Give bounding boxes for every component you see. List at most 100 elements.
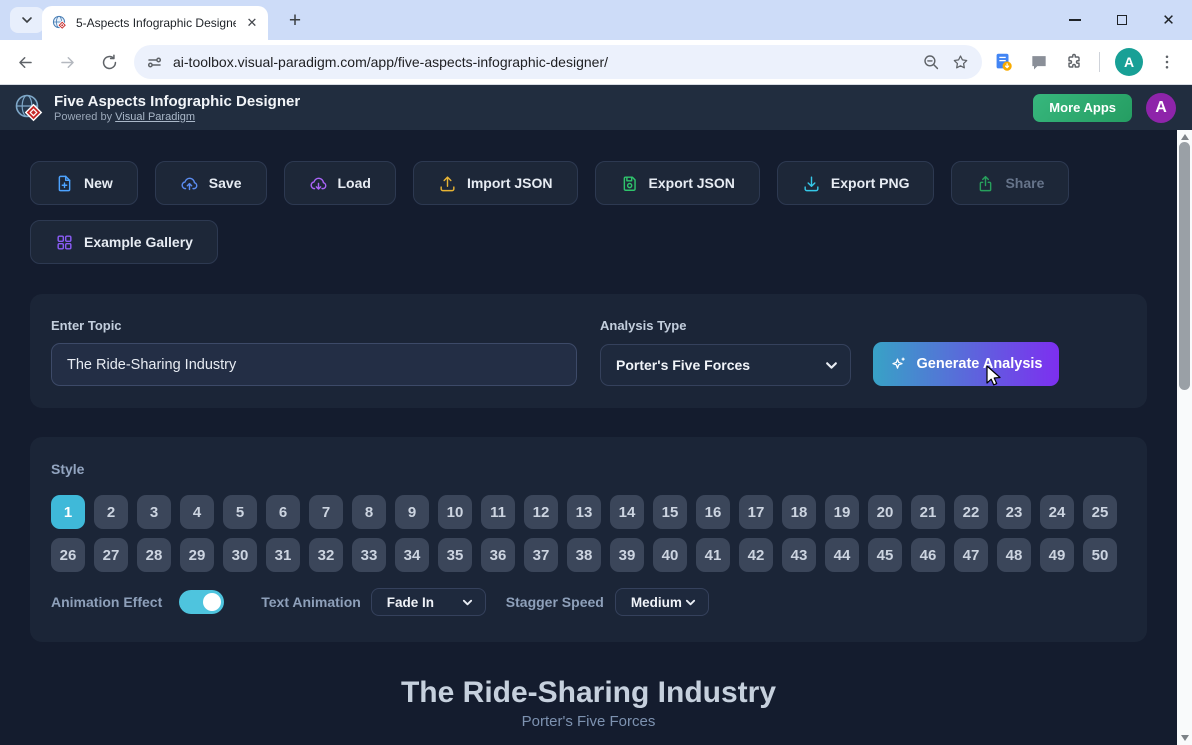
window-close-button[interactable]: ✕	[1145, 0, 1192, 40]
visual-paradigm-link[interactable]: Visual Paradigm	[115, 111, 195, 123]
share-icon	[980, 175, 992, 191]
style-option-36[interactable]: 36	[481, 538, 515, 572]
style-option-40[interactable]: 40	[653, 538, 687, 572]
topic-label: Enter Topic	[51, 318, 122, 333]
animation-toggle[interactable]	[179, 590, 225, 614]
generate-analysis-button[interactable]: Generate Analysis	[873, 342, 1059, 386]
user-avatar[interactable]: A	[1146, 92, 1176, 123]
new-tab-button[interactable]: +	[282, 8, 308, 34]
browser-tab[interactable]: 5-Aspects Infographic Designer ✕	[42, 6, 268, 40]
cloud-upload-icon	[181, 177, 198, 190]
style-option-17[interactable]: 17	[739, 495, 773, 529]
style-option-11[interactable]: 11	[481, 495, 515, 529]
style-option-30[interactable]: 30	[223, 538, 257, 572]
new-button[interactable]: New	[30, 161, 138, 205]
scrollbar-down-arrow[interactable]	[1177, 731, 1192, 745]
style-option-29[interactable]: 29	[180, 538, 214, 572]
favicon-visual-paradigm	[52, 15, 68, 31]
save-button[interactable]: Save	[154, 161, 267, 205]
text-animation-select[interactable]: Fade In	[370, 588, 486, 616]
style-option-6[interactable]: 6	[266, 495, 300, 529]
chevron-down-icon	[462, 599, 472, 605]
page-scrollbar[interactable]	[1177, 130, 1192, 745]
forward-button[interactable]	[54, 49, 80, 75]
style-option-31[interactable]: 31	[266, 538, 300, 572]
style-option-19[interactable]: 19	[825, 495, 859, 529]
style-option-38[interactable]: 38	[567, 538, 601, 572]
style-option-44[interactable]: 44	[825, 538, 859, 572]
style-option-1[interactable]: 1	[51, 495, 85, 529]
tab-close-icon[interactable]: ✕	[244, 15, 260, 31]
style-option-2[interactable]: 2	[94, 495, 128, 529]
style-option-46[interactable]: 46	[911, 538, 945, 572]
style-option-25[interactable]: 25	[1083, 495, 1117, 529]
style-option-21[interactable]: 21	[911, 495, 945, 529]
style-option-47[interactable]: 47	[954, 538, 988, 572]
style-option-26[interactable]: 26	[51, 538, 85, 572]
style-option-18[interactable]: 18	[782, 495, 816, 529]
bookmark-star-icon[interactable]	[951, 53, 970, 72]
import-json-button[interactable]: Import JSON	[412, 161, 578, 205]
style-option-28[interactable]: 28	[137, 538, 171, 572]
share-button[interactable]: Share	[951, 161, 1070, 205]
style-option-4[interactable]: 4	[180, 495, 214, 529]
style-option-23[interactable]: 23	[997, 495, 1031, 529]
tab-search-button[interactable]	[10, 7, 44, 33]
style-option-12[interactable]: 12	[524, 495, 558, 529]
window-minimize-button[interactable]	[1051, 0, 1098, 40]
style-option-5[interactable]: 5	[223, 495, 257, 529]
example-gallery-button[interactable]: Example Gallery	[30, 220, 218, 264]
tab-title: 5-Aspects Infographic Designer	[76, 16, 236, 30]
side-panel-icon[interactable]	[1029, 52, 1049, 72]
reading-mode-icon[interactable]	[992, 51, 1014, 73]
site-settings-icon	[147, 57, 162, 67]
style-option-14[interactable]: 14	[610, 495, 644, 529]
back-button[interactable]	[12, 49, 38, 75]
load-button[interactable]: Load	[283, 161, 396, 205]
page-content: New Save Load Import JSON Export JSON Ex…	[0, 130, 1177, 745]
browser-profile-avatar[interactable]: A	[1115, 48, 1143, 76]
analysis-type-select[interactable]: Porter's Five Forces	[600, 344, 851, 386]
style-option-13[interactable]: 13	[567, 495, 601, 529]
style-option-9[interactable]: 9	[395, 495, 429, 529]
style-option-34[interactable]: 34	[395, 538, 429, 572]
style-option-8[interactable]: 8	[352, 495, 386, 529]
style-option-15[interactable]: 15	[653, 495, 687, 529]
app-title: Five Aspects Infographic Designer	[54, 92, 301, 110]
style-option-42[interactable]: 42	[739, 538, 773, 572]
browser-menu-kebab-icon[interactable]	[1158, 53, 1176, 71]
topic-input[interactable]	[51, 343, 577, 386]
style-option-43[interactable]: 43	[782, 538, 816, 572]
zoom-out-icon[interactable]	[922, 53, 941, 72]
upload-tray-icon	[440, 175, 455, 191]
style-option-50[interactable]: 50	[1083, 538, 1117, 572]
extensions-puzzle-icon[interactable]	[1064, 52, 1084, 72]
download-tray-icon	[804, 175, 819, 191]
style-option-16[interactable]: 16	[696, 495, 730, 529]
style-option-24[interactable]: 24	[1040, 495, 1074, 529]
style-option-3[interactable]: 3	[137, 495, 171, 529]
style-option-10[interactable]: 10	[438, 495, 472, 529]
style-option-41[interactable]: 41	[696, 538, 730, 572]
style-option-32[interactable]: 32	[309, 538, 343, 572]
style-option-22[interactable]: 22	[954, 495, 988, 529]
style-option-33[interactable]: 33	[352, 538, 386, 572]
sparkle-icon	[891, 357, 905, 369]
style-option-20[interactable]: 20	[868, 495, 902, 529]
stagger-speed-select[interactable]: Medium	[614, 588, 709, 616]
style-option-37[interactable]: 37	[524, 538, 558, 572]
scrollbar-thumb[interactable]	[1179, 142, 1190, 390]
style-option-27[interactable]: 27	[94, 538, 128, 572]
address-bar[interactable]: ai-toolbox.visual-paradigm.com/app/five-…	[134, 45, 982, 79]
style-option-35[interactable]: 35	[438, 538, 472, 572]
style-option-48[interactable]: 48	[997, 538, 1031, 572]
style-option-49[interactable]: 49	[1040, 538, 1074, 572]
style-option-45[interactable]: 45	[868, 538, 902, 572]
export-png-button[interactable]: Export PNG	[776, 161, 935, 205]
more-apps-button[interactable]: More Apps	[1033, 93, 1132, 122]
window-maximize-button[interactable]	[1098, 0, 1145, 40]
reload-button[interactable]	[96, 49, 122, 75]
style-option-7[interactable]: 7	[309, 495, 343, 529]
style-option-39[interactable]: 39	[610, 538, 644, 572]
export-json-button[interactable]: Export JSON	[594, 161, 760, 205]
